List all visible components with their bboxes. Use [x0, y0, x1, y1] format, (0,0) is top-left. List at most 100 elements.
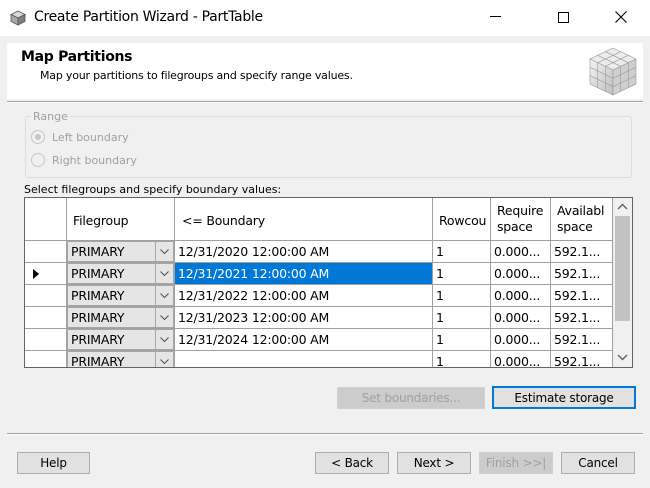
- rowcount-cell-text: 1: [436, 310, 444, 325]
- row-header[interactable]: [25, 307, 67, 329]
- row-header[interactable]: [25, 241, 67, 263]
- row-header[interactable]: [25, 285, 67, 307]
- required-space-cell[interactable]: 0.000...: [491, 329, 551, 351]
- rowcount-cell-text: 1: [436, 332, 444, 347]
- chevron-down-icon: [160, 336, 169, 342]
- available-space-cell-text: 592.1...: [554, 332, 601, 347]
- scroll-up-arrow-icon[interactable]: [617, 203, 628, 210]
- boundary-cell[interactable]: 12/31/2021 12:00:00 AM: [175, 263, 433, 285]
- filegroup-dropdown[interactable]: PRIMARY: [67, 329, 174, 350]
- row-header[interactable]: [25, 329, 67, 351]
- cancel-button[interactable]: Cancel: [561, 452, 635, 474]
- rowcount-cell[interactable]: 1: [433, 263, 491, 285]
- rowcount-cell[interactable]: 1: [433, 351, 491, 368]
- filegroup-cell[interactable]: PRIMARY: [67, 351, 175, 367]
- available-space-cell[interactable]: 592.1...: [551, 241, 613, 263]
- filegroup-dropdown[interactable]: PRIMARY: [67, 307, 174, 328]
- dropdown-arrow-button[interactable]: [155, 264, 173, 283]
- dropdown-arrow-button[interactable]: [155, 308, 173, 327]
- required-space-cell[interactable]: 0.000...: [491, 241, 551, 263]
- row-header[interactable]: [25, 263, 67, 285]
- help-button[interactable]: Help: [17, 452, 90, 474]
- required-space-cell[interactable]: 0.000...: [491, 307, 551, 329]
- filegroup-cell[interactable]: PRIMARY: [67, 263, 175, 285]
- dropdown-arrow-button[interactable]: [155, 352, 173, 367]
- estimate-storage-button[interactable]: Estimate storage: [492, 386, 636, 409]
- rowcount-cell-text: 1: [436, 244, 444, 259]
- chevron-down-icon: [160, 270, 169, 276]
- boundary-cell-text: 12/31/2021 12:00:00 AM: [178, 266, 330, 281]
- wizard-header: Map Partitions Map your partitions to fi…: [7, 43, 643, 99]
- filegroup-dropdown[interactable]: PRIMARY: [67, 263, 174, 284]
- footer-separator: [7, 433, 643, 435]
- filegroup-column-header[interactable]: Filegroup: [67, 198, 175, 241]
- next-button[interactable]: Next >: [397, 452, 471, 474]
- available-header-line2: space: [557, 219, 593, 234]
- boundary-cell[interactable]: 12/31/2023 12:00:00 AM: [175, 307, 433, 329]
- close-button[interactable]: [598, 0, 644, 34]
- required-space-cell[interactable]: 0.000...: [491, 263, 551, 285]
- rowcount-cell[interactable]: 1: [433, 241, 491, 263]
- scroll-down-arrow-icon[interactable]: [617, 354, 628, 361]
- filegroup-cell[interactable]: PRIMARY: [67, 241, 175, 263]
- required-space-cell[interactable]: 0.000...: [491, 285, 551, 307]
- filegroup-dropdown[interactable]: PRIMARY: [67, 285, 174, 306]
- left-boundary-radio[interactable]: [31, 130, 45, 144]
- boundary-cell-text: 12/31/2023 12:00:00 AM: [178, 310, 330, 325]
- available-space-cell-text: 592.1...: [554, 310, 601, 325]
- available-space-cell[interactable]: 592.1...: [551, 329, 613, 351]
- available-space-cell[interactable]: 592.1...: [551, 307, 613, 329]
- minimize-button[interactable]: [472, 0, 518, 34]
- required-header-line2: space: [497, 219, 533, 234]
- rowcount-cell[interactable]: 1: [433, 329, 491, 351]
- boundary-cell-text: 12/31/2022 12:00:00 AM: [178, 288, 330, 303]
- available-space-cell[interactable]: 592.1...: [551, 285, 613, 307]
- grid-vertical-scrollbar[interactable]: [613, 198, 632, 367]
- set-boundaries-button[interactable]: Set boundaries...: [337, 387, 485, 409]
- left-boundary-label: Left boundary: [52, 131, 129, 144]
- boundary-cell[interactable]: 12/31/2022 12:00:00 AM: [175, 285, 433, 307]
- scrollbar-thumb[interactable]: [615, 216, 630, 321]
- window-title: Create Partition Wizard - PartTable: [34, 9, 263, 25]
- dropdown-arrow-button[interactable]: [155, 242, 173, 261]
- filegroup-value: PRIMARY: [71, 244, 125, 259]
- filegroup-dropdown[interactable]: PRIMARY: [67, 241, 174, 262]
- rowcount-cell[interactable]: 1: [433, 285, 491, 307]
- filegroup-value: PRIMARY: [71, 332, 125, 347]
- chevron-down-icon: [160, 358, 169, 364]
- rowcount-cell-text: 1: [436, 354, 444, 368]
- current-row-indicator-icon: [33, 269, 39, 279]
- available-space-cell[interactable]: 592.1...: [551, 351, 613, 368]
- boundary-cell[interactable]: 12/31/2020 12:00:00 AM: [175, 241, 433, 263]
- boundary-cell[interactable]: [175, 351, 433, 367]
- available-space-cell[interactable]: 592.1...: [551, 263, 613, 285]
- filegroup-dropdown[interactable]: PRIMARY: [67, 351, 174, 367]
- boundary-column-header[interactable]: <= Boundary: [175, 198, 433, 241]
- page-title: Map Partitions: [21, 49, 133, 65]
- boundary-cell-text: 12/31/2024 12:00:00 AM: [178, 332, 330, 347]
- partition-grid[interactable]: Filegroup <= Boundary Rowcou Require spa…: [24, 197, 633, 368]
- required-space-cell-text: 0.000...: [494, 310, 541, 325]
- available-space-column-header[interactable]: Availabl space: [551, 198, 613, 241]
- finish-button[interactable]: Finish >>|: [479, 452, 553, 474]
- back-button[interactable]: < Back: [315, 452, 389, 474]
- right-boundary-label: Right boundary: [52, 154, 137, 167]
- available-space-cell-text: 592.1...: [554, 288, 601, 303]
- dropdown-arrow-button[interactable]: [155, 286, 173, 305]
- rowcount-cell[interactable]: 1: [433, 307, 491, 329]
- right-boundary-radio[interactable]: [31, 153, 45, 167]
- boundary-cell[interactable]: 12/31/2024 12:00:00 AM: [175, 329, 433, 351]
- filegroup-cell[interactable]: PRIMARY: [67, 329, 175, 351]
- filegroup-cell[interactable]: PRIMARY: [67, 307, 175, 329]
- app-cube-icon: [10, 10, 26, 26]
- rowcount-column-header[interactable]: Rowcou: [433, 198, 491, 241]
- available-space-cell-text: 592.1...: [554, 244, 601, 259]
- maximize-button[interactable]: [540, 0, 586, 34]
- available-space-cell-text: 592.1...: [554, 354, 601, 368]
- row-header[interactable]: [25, 351, 67, 367]
- required-space-cell[interactable]: 0.000...: [491, 351, 551, 367]
- filegroup-cell[interactable]: PRIMARY: [67, 285, 175, 307]
- dropdown-arrow-button[interactable]: [155, 330, 173, 349]
- required-space-column-header[interactable]: Require space: [491, 198, 551, 241]
- wizard-cube-logo-icon: [589, 47, 637, 96]
